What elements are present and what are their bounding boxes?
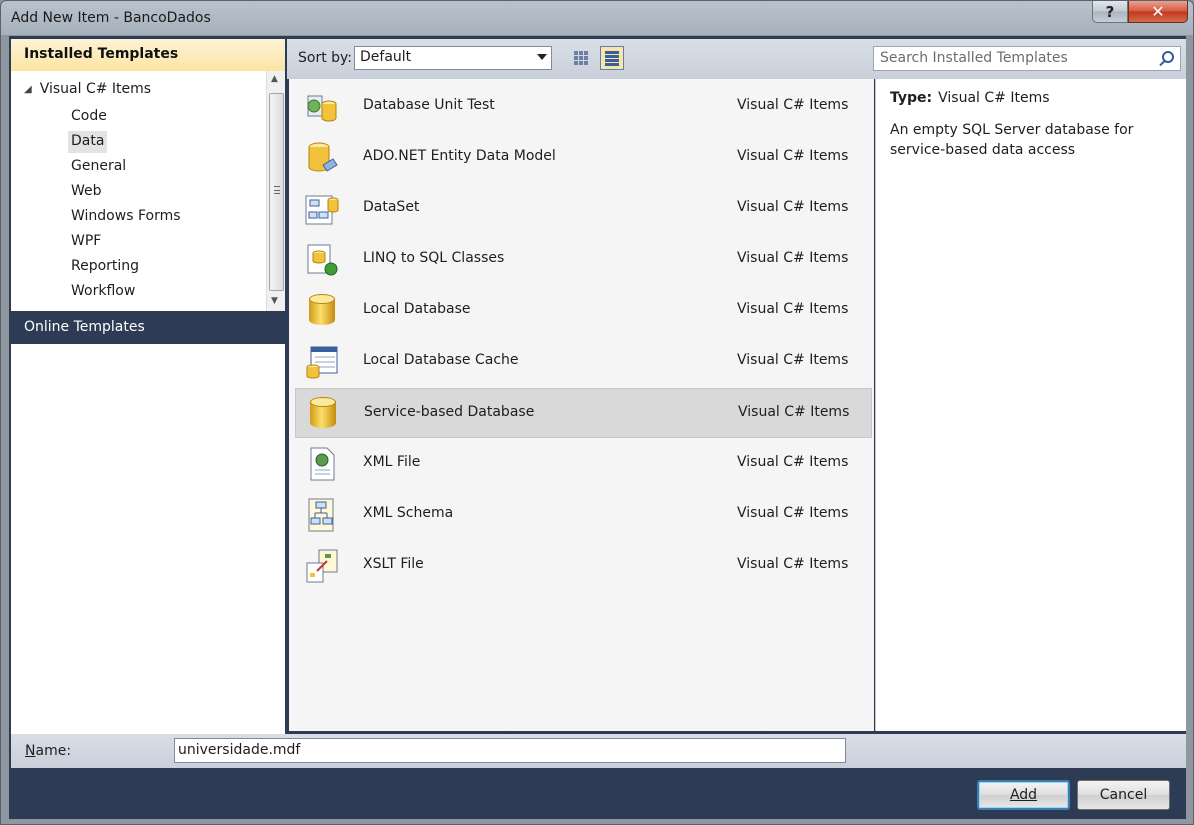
tree-item-general[interactable]: General — [68, 156, 129, 178]
template-row-service-based-database[interactable]: Service-based Database Visual C# Items — [295, 388, 872, 438]
name-label-rest: ame: — [35, 743, 72, 759]
template-details-panel: Type: Visual C# Items An empty SQL Server… — [875, 79, 1186, 731]
search-icon[interactable] — [1162, 51, 1174, 63]
tree-item-web[interactable]: Web — [68, 181, 105, 203]
template-name: DataSet — [363, 199, 420, 215]
template-category: Visual C# Items — [737, 454, 849, 470]
tree-item-windows-forms[interactable]: Windows Forms — [68, 206, 184, 228]
sort-dropdown[interactable]: Default — [354, 46, 552, 70]
template-categories-panel: Installed Templates ◢ Visual C# Items Co… — [11, 39, 285, 734]
dataset-icon — [305, 195, 339, 225]
help-button[interactable]: ? — [1092, 1, 1128, 23]
database-cache-icon — [306, 346, 338, 379]
tree-item-data[interactable]: Data — [68, 131, 108, 153]
add-new-item-dialog: Add New Item - BancoDados ? ✕ Installed … — [0, 0, 1194, 825]
template-row-ado-net-entity-data-model[interactable]: ADO.NET Entity Data Model Visual C# Item… — [295, 133, 872, 183]
cancel-button[interactable]: Cancel — [1077, 780, 1170, 810]
tree-root-visual-csharp[interactable]: ◢ Visual C# Items — [24, 81, 151, 97]
search-input[interactable]: Search Installed Templates — [873, 46, 1181, 71]
tree-item-wpf[interactable]: WPF — [68, 231, 104, 253]
template-description: An empty SQL Server database for service… — [890, 122, 1134, 158]
category-scrollbar[interactable]: ▲ ▼ — [266, 71, 285, 311]
sort-value: Default — [360, 49, 412, 65]
installed-templates-header[interactable]: Installed Templates — [11, 39, 285, 71]
template-name: XML Schema — [363, 505, 454, 521]
template-category: Visual C# Items — [737, 250, 849, 266]
template-type: Type: Visual C# Items — [890, 90, 1050, 106]
database-unit-test-icon — [307, 95, 337, 122]
tree-item-workflow[interactable]: Workflow — [68, 281, 138, 303]
close-icon: ✕ — [1151, 2, 1165, 21]
scroll-down-icon[interactable]: ▼ — [271, 296, 278, 306]
details-view-button[interactable] — [600, 46, 624, 70]
template-category: Visual C# Items — [737, 505, 849, 521]
chevron-down-icon — [537, 54, 547, 60]
template-toolbar: Sort by: Default Search Installed Templa… — [287, 39, 1186, 79]
template-row-dataset[interactable]: DataSet Visual C# Items — [295, 184, 872, 234]
template-name: Service-based Database — [364, 404, 535, 420]
title-bar[interactable]: Add New Item - BancoDados ? ✕ — [1, 1, 1193, 36]
expand-triangle-icon[interactable]: ◢ — [24, 84, 32, 95]
help-icon: ? — [1105, 2, 1115, 21]
scroll-up-icon[interactable]: ▲ — [271, 74, 278, 84]
template-category: Visual C# Items — [737, 148, 849, 164]
template-category: Visual C# Items — [737, 556, 849, 572]
template-category: Visual C# Items — [738, 404, 850, 420]
window-title: Add New Item - BancoDados — [11, 10, 211, 26]
template-name: XML File — [363, 454, 421, 470]
button-bar: Add Cancel — [9, 768, 1186, 819]
add-label: Add — [1009, 787, 1038, 803]
template-category: Visual C# Items — [737, 352, 849, 368]
template-row-xslt-file[interactable]: XSLT File Visual C# Items — [295, 541, 872, 591]
add-button[interactable]: Add — [977, 780, 1070, 810]
template-list: Database Unit Test Visual C# Items ADO.N… — [289, 79, 874, 731]
xml-schema-icon — [308, 498, 334, 532]
name-label: Name: — [25, 743, 72, 759]
medium-icons-view-button[interactable] — [569, 46, 593, 70]
type-value: Visual C# Items — [938, 90, 1050, 106]
scrollbar-thumb[interactable] — [269, 93, 284, 291]
grid-view-icon — [574, 51, 588, 65]
dialog-client: Installed Templates ◢ Visual C# Items Co… — [9, 36, 1186, 819]
template-category: Visual C# Items — [737, 301, 849, 317]
template-row-local-database-cache[interactable]: Local Database Cache Visual C# Items — [295, 337, 872, 387]
database-icon — [306, 397, 340, 431]
template-category: Visual C# Items — [737, 97, 849, 113]
xml-file-icon — [310, 447, 335, 481]
list-view-icon — [605, 50, 619, 66]
entity-model-icon — [308, 142, 338, 172]
tree-item-reporting[interactable]: Reporting — [68, 256, 142, 278]
online-templates-header[interactable]: Online Templates — [11, 311, 285, 344]
template-row-local-database[interactable]: Local Database Visual C# Items — [295, 286, 872, 336]
close-button[interactable]: ✕ — [1128, 1, 1188, 23]
template-name: LINQ to SQL Classes — [363, 250, 505, 266]
category-tree: ◢ Visual C# Items Code Data General Web … — [11, 71, 265, 311]
template-row-linq-to-sql[interactable]: LINQ to SQL Classes Visual C# Items — [295, 235, 872, 285]
xslt-file-icon — [306, 549, 338, 583]
template-row-xml-file[interactable]: XML File Visual C# Items — [295, 439, 872, 489]
linq-icon — [307, 244, 338, 276]
template-row-xml-schema[interactable]: XML Schema Visual C# Items — [295, 490, 872, 540]
tree-root-label: Visual C# Items — [39, 81, 152, 97]
database-icon — [305, 294, 339, 328]
tree-item-code[interactable]: Code — [68, 106, 110, 128]
search-placeholder: Search Installed Templates — [880, 50, 1068, 66]
template-name: Local Database Cache — [363, 352, 519, 368]
template-name: ADO.NET Entity Data Model — [363, 148, 556, 164]
type-label: Type: — [890, 90, 933, 106]
name-field[interactable]: universidade.mdf — [174, 738, 846, 763]
grip-icon — [274, 186, 280, 194]
template-name: XSLT File — [363, 556, 424, 572]
left-panel-empty — [11, 344, 285, 734]
sort-label: Sort by: — [298, 50, 353, 66]
name-bar: Name: universidade.mdf — [11, 734, 1186, 768]
template-row-database-unit-test[interactable]: Database Unit Test Visual C# Items — [295, 82, 872, 132]
template-name: Database Unit Test — [363, 97, 495, 113]
template-category: Visual C# Items — [737, 199, 849, 215]
template-name: Local Database — [363, 301, 471, 317]
